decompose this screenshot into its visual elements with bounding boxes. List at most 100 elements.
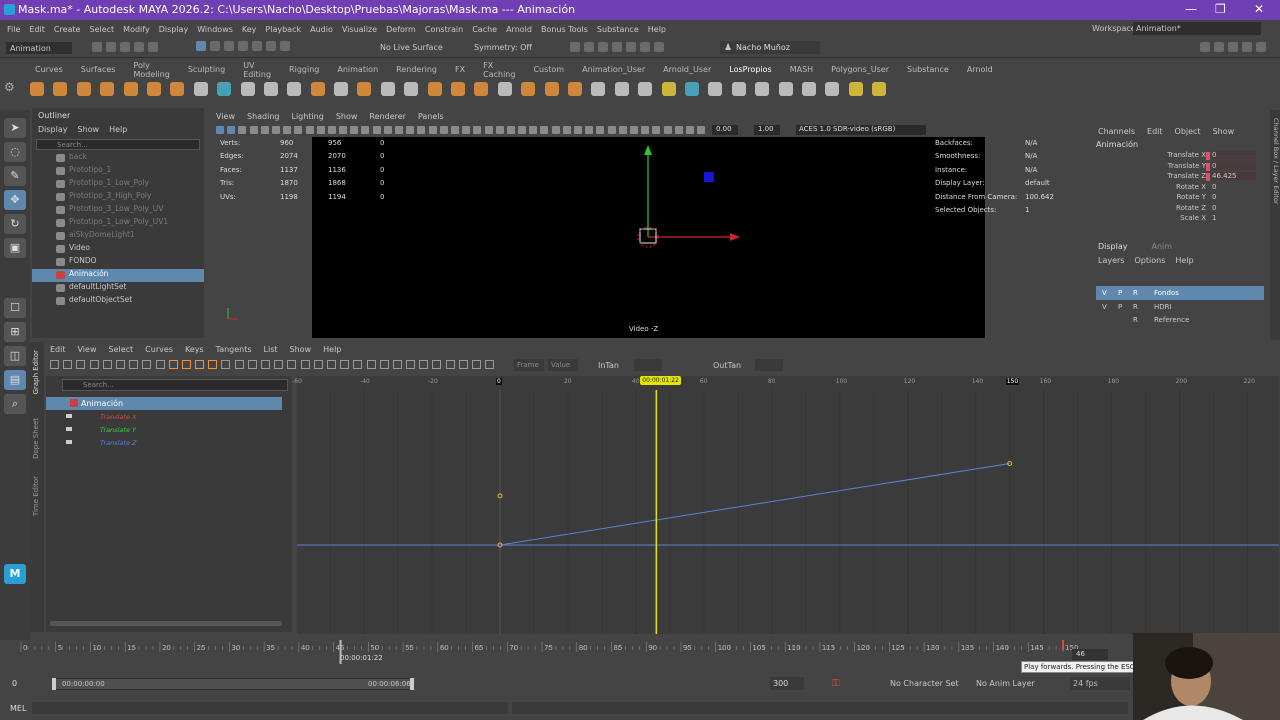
graph-tool-icon[interactable]	[142, 360, 152, 369]
scale-tool-icon[interactable]: ▣	[4, 238, 26, 258]
cb-menu-show[interactable]: Show	[1213, 127, 1235, 136]
time-slider[interactable]: 0510152025303540455055606570758085909510…	[0, 640, 1080, 664]
channel-row[interactable]: Rotate Z 0	[1090, 204, 1270, 215]
menu-deform[interactable]: Deform	[386, 25, 416, 34]
anim-start-field[interactable]: 0	[12, 679, 17, 688]
ge-menu-select[interactable]: Select	[108, 345, 133, 354]
character-set-dropdown[interactable]: No Character Set	[876, 679, 959, 688]
viewport-tool-icon[interactable]	[462, 126, 471, 134]
viewport-tool-icon[interactable]	[350, 126, 359, 134]
viewport-tool-icon[interactable]	[216, 126, 224, 134]
viewport-tool-icon[interactable]	[641, 126, 650, 134]
viewport-tool-icon[interactable]	[238, 126, 247, 134]
viewport-tool-icon[interactable]	[395, 126, 403, 134]
shelf-tool-icon[interactable]	[170, 82, 185, 96]
graph-tool-icon[interactable]	[168, 360, 178, 369]
graph-tool-icon[interactable]	[419, 360, 429, 369]
shelf-tab-curves[interactable]: Curves	[35, 65, 63, 74]
channel-row[interactable]: Translate Z 46.425	[1090, 172, 1270, 183]
shelf-tab-sculpting[interactable]: Sculpting	[188, 65, 225, 74]
shelf-tab-fx[interactable]: FX	[455, 65, 465, 74]
viewport-tool-icon[interactable]	[697, 126, 706, 134]
shelf-tool-icon[interactable]	[217, 82, 232, 96]
menu-help[interactable]: Help	[648, 25, 666, 34]
mel-input[interactable]	[32, 702, 508, 714]
side-tab-dope-sheet[interactable]: Dope Sheet	[32, 418, 40, 459]
cb-menu-edit[interactable]: Edit	[1147, 127, 1163, 136]
gamma-field[interactable]: 1.00	[754, 125, 780, 135]
ge-menu-show[interactable]: Show	[290, 345, 312, 354]
viewport-tool-icon[interactable]	[663, 126, 672, 134]
menu-select[interactable]: Select	[89, 25, 114, 34]
live-surface-label[interactable]: No Live Surface	[380, 43, 443, 52]
shelf-tab-fx-caching[interactable]: FX Caching	[483, 61, 515, 79]
curve-list-item[interactable]: Translate X	[46, 410, 292, 423]
graph-tool-icon[interactable]	[181, 360, 191, 369]
shelf-menu-icon[interactable]: ⚙	[4, 80, 15, 94]
maximize-button[interactable]: ❐	[1215, 2, 1226, 16]
outliner-item[interactable]: Video	[32, 243, 204, 256]
vp-menu-panels[interactable]: Panels	[418, 112, 444, 121]
range-slider[interactable]	[52, 678, 414, 690]
ge-menu-curves[interactable]: Curves	[145, 345, 173, 354]
shelf-tool-icon[interactable]	[778, 82, 793, 96]
snap-grid-icon[interactable]	[238, 41, 248, 51]
cb-menu-object[interactable]: Object	[1175, 127, 1201, 136]
shelf-tab-mash[interactable]: MASH	[790, 65, 813, 74]
ge-menu-keys[interactable]: Keys	[185, 345, 204, 354]
viewport-tool-icon[interactable]	[484, 126, 493, 134]
viewport-tool-icon[interactable]	[283, 126, 292, 134]
render-view-icon[interactable]	[570, 42, 580, 52]
layer-playback-toggle[interactable]: P	[1118, 289, 1122, 297]
layer-name[interactable]: Fondos	[1154, 289, 1179, 297]
shelf-tool-icon[interactable]	[287, 82, 302, 96]
redo-icon[interactable]	[148, 42, 158, 52]
side-tab-graph-editor[interactable]: Graph Editor	[32, 350, 40, 394]
channel-value[interactable]: 0	[1212, 161, 1256, 170]
outliner-item[interactable]: aiSkyDomeLight1	[32, 230, 204, 243]
viewport-tool-icon[interactable]	[316, 126, 325, 134]
curve-list-item[interactable]: Translate Y	[46, 423, 292, 436]
viewport-tool-icon[interactable]	[518, 126, 527, 134]
viewport-tool-icon[interactable]	[372, 126, 381, 134]
workspace-select[interactable]: Animation*	[1133, 22, 1261, 35]
graph-tool-icon[interactable]	[485, 360, 495, 369]
menuset-select[interactable]: Animation	[6, 42, 72, 54]
arnold-render-icon[interactable]	[640, 42, 650, 52]
channel-value[interactable]: 0	[1212, 204, 1256, 212]
select-by-hierarchy-icon[interactable]	[196, 41, 206, 51]
shelf-tool-icon[interactable]	[591, 82, 606, 96]
modeling-toolkit-icon[interactable]	[1200, 42, 1210, 52]
graph-tool-icon[interactable]	[234, 360, 244, 369]
graph-tool-icon[interactable]	[366, 360, 376, 369]
viewport-tool-icon[interactable]	[529, 126, 538, 134]
outtan-field[interactable]	[755, 359, 783, 371]
channel-value[interactable]: 46.425	[1212, 172, 1256, 180]
shelf-tool-icon[interactable]	[567, 82, 582, 96]
side-tab-channel-box[interactable]: Channel Box / Layer Editor	[1270, 110, 1280, 340]
graph-tool-icon[interactable]	[472, 360, 481, 369]
snap-plane-icon[interactable]	[280, 41, 290, 51]
menu-constrain[interactable]: Constrain	[425, 25, 463, 34]
viewport-tool-icon[interactable]	[629, 126, 638, 134]
range-start-handle[interactable]	[52, 678, 56, 690]
outliner-menu-show[interactable]: Show	[78, 125, 100, 134]
graph-tool-icon[interactable]	[379, 360, 389, 369]
viewport-tool-icon[interactable]	[383, 126, 392, 134]
graph-tool-icon[interactable]	[392, 360, 402, 369]
colorspace-select[interactable]: ACES 1.0 SDR-video (sRGB)	[796, 125, 926, 135]
shelf-tool-icon[interactable]	[661, 82, 676, 96]
graph-layout-icon[interactable]: ▤	[4, 370, 26, 390]
shelf-tool-icon[interactable]	[263, 82, 278, 96]
viewport-tool-icon[interactable]	[652, 126, 661, 134]
viewport-tool-icon[interactable]	[674, 126, 683, 134]
user-account-dropdown[interactable]: Nacho Muñoz	[720, 41, 820, 54]
graph-tool-icon[interactable]	[313, 360, 323, 369]
select-tool-icon[interactable]: ➤	[4, 118, 26, 138]
tab-display[interactable]: Display	[1098, 242, 1128, 251]
viewport-tool-icon[interactable]	[249, 126, 258, 134]
shelf-tool-icon[interactable]	[76, 82, 91, 96]
shelf-tool-icon[interactable]	[193, 82, 208, 96]
shelf-tool-icon[interactable]	[30, 82, 44, 96]
new-scene-icon[interactable]	[92, 42, 102, 52]
